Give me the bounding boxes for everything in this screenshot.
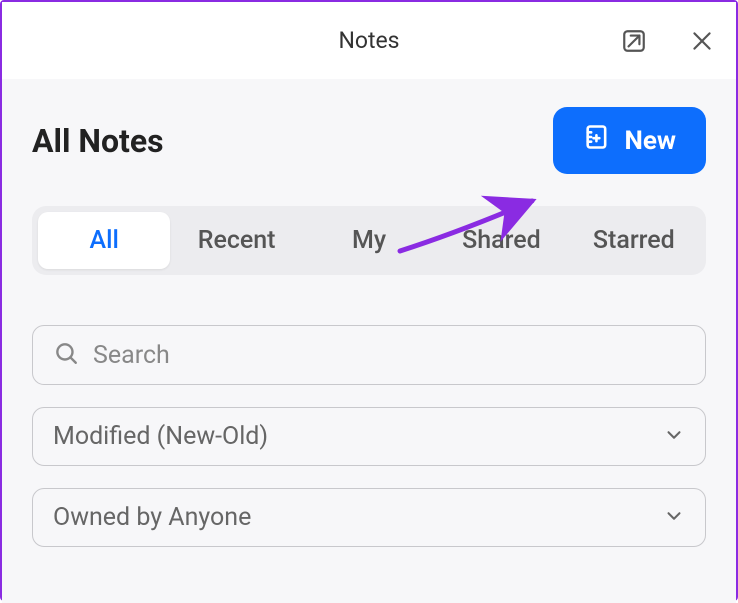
owner-dropdown-value: Owned by Anyone bbox=[53, 503, 663, 532]
sort-dropdown-value: Modified (New-Old) bbox=[53, 422, 663, 451]
tab-all-label: All bbox=[90, 226, 119, 255]
search-input[interactable] bbox=[93, 341, 685, 370]
chevron-down-icon bbox=[663, 424, 685, 450]
tab-starred-label: Starred bbox=[593, 226, 675, 255]
search-icon bbox=[53, 340, 79, 370]
filter-tabs: All Recent My Shared Starred bbox=[32, 206, 706, 275]
close-icon[interactable] bbox=[688, 27, 716, 55]
owner-dropdown[interactable]: Owned by Anyone bbox=[32, 488, 706, 547]
open-external-icon[interactable] bbox=[620, 27, 648, 55]
tab-all[interactable]: All bbox=[38, 212, 170, 269]
titlebar-actions bbox=[620, 27, 716, 55]
search-field[interactable] bbox=[32, 325, 706, 385]
tab-shared[interactable]: Shared bbox=[435, 212, 567, 269]
titlebar: Notes bbox=[2, 2, 736, 79]
new-note-icon bbox=[583, 123, 611, 158]
content-area: All Notes New All Recent My Shared Starr… bbox=[2, 79, 736, 603]
chevron-down-icon bbox=[663, 505, 685, 531]
page-title: All Notes bbox=[32, 122, 164, 160]
sort-dropdown[interactable]: Modified (New-Old) bbox=[32, 407, 706, 466]
tab-recent[interactable]: Recent bbox=[170, 212, 302, 269]
new-note-button[interactable]: New bbox=[553, 107, 706, 174]
tab-shared-label: Shared bbox=[462, 226, 541, 255]
window-title: Notes bbox=[338, 27, 399, 54]
tab-starred[interactable]: Starred bbox=[568, 212, 700, 269]
header-row: All Notes New bbox=[32, 107, 706, 174]
tab-my[interactable]: My bbox=[303, 212, 435, 269]
tab-recent-label: Recent bbox=[198, 226, 276, 255]
new-note-label: New bbox=[625, 126, 676, 156]
tab-my-label: My bbox=[352, 226, 386, 255]
